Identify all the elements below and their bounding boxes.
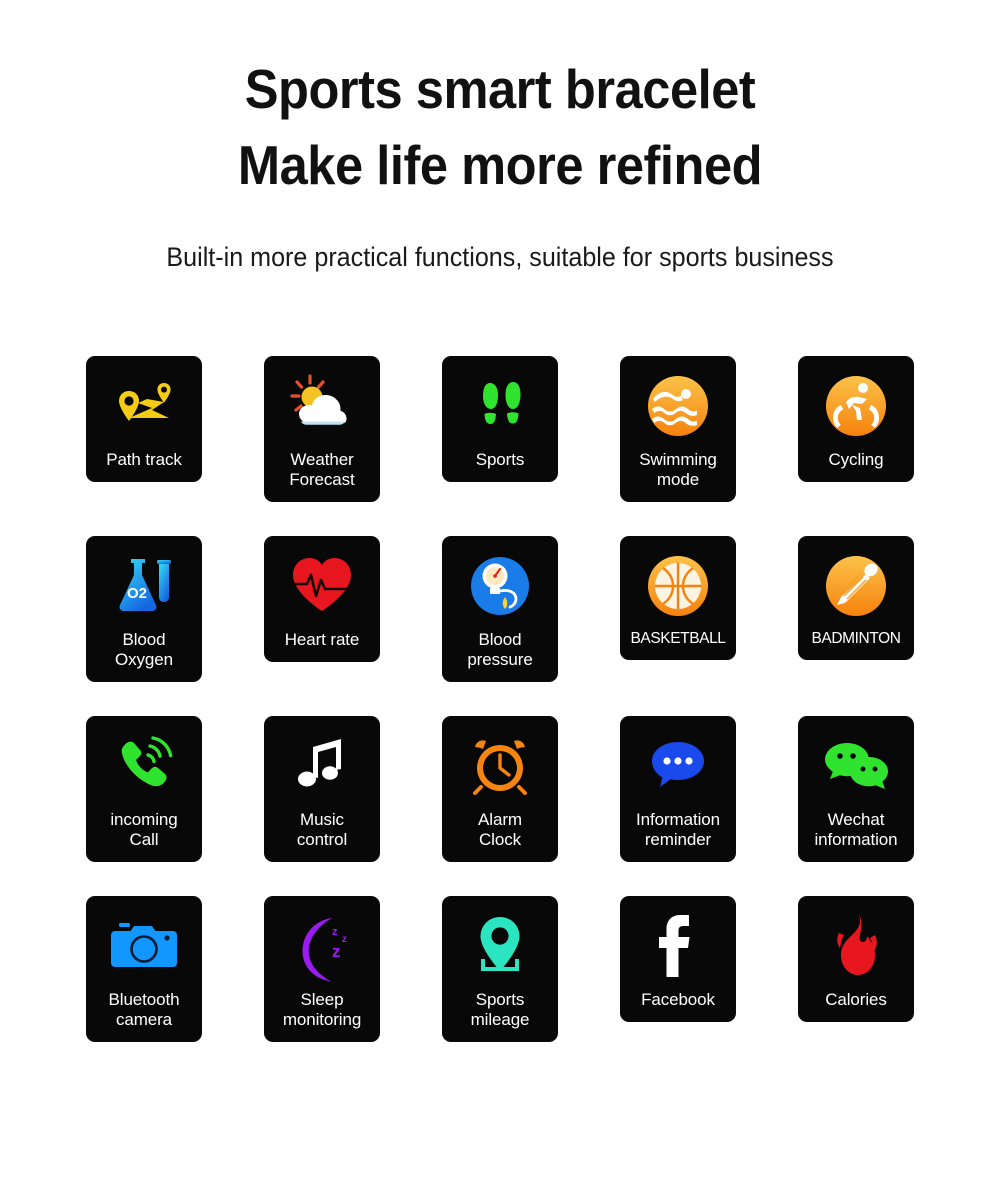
feature-tile-facebook[interactable]: Facebook xyxy=(620,896,736,1023)
feature-label: incoming Call xyxy=(110,810,178,850)
feature-row: Path track Weather Forecast Sports Swimm… xyxy=(0,356,1000,536)
feature-label: Music control xyxy=(296,810,348,850)
feature-label: Facebook xyxy=(641,990,715,1009)
feature-label: Path track xyxy=(106,450,182,469)
feature-label: Weather Forecast xyxy=(289,450,355,490)
poster-header: Sports smart bracelet Make life more ref… xyxy=(0,0,1000,273)
product-feature-poster: Sports smart bracelet Make life more ref… xyxy=(0,0,1000,1183)
feature-label: Information reminder xyxy=(636,810,720,850)
feature-tile-music-control[interactable]: Music control xyxy=(264,716,380,863)
feature-tile-basketball[interactable]: BASKETBALL xyxy=(620,536,736,661)
feature-tile-heart-rate[interactable]: Heart rate xyxy=(264,536,380,663)
feature-tile-weather-forecast[interactable]: Weather Forecast xyxy=(264,356,380,503)
map-pin-icon xyxy=(463,909,537,983)
svg-text:z: z xyxy=(342,934,347,945)
feature-label: Heart rate xyxy=(284,630,360,649)
cycling-icon xyxy=(819,369,893,443)
feature-row: O2 Blood Oxygen Heart rate Blood pressur… xyxy=(0,536,1000,716)
alarm-clock-icon xyxy=(463,729,537,803)
feature-label: Blood Oxygen xyxy=(115,630,173,670)
swimming-icon xyxy=(641,369,715,443)
message-bubble-icon xyxy=(641,729,715,803)
feature-tile-incoming-call[interactable]: incoming Call xyxy=(86,716,202,863)
feature-label: Blood pressure xyxy=(467,630,533,670)
feature-row: incoming Call Music control Alarm Clock … xyxy=(0,716,1000,896)
feature-label: Sports xyxy=(475,450,525,469)
basketball-icon xyxy=(641,549,715,623)
feature-label: Wechat information xyxy=(814,810,898,850)
music-note-icon xyxy=(285,729,359,803)
blood-pressure-icon xyxy=(463,549,537,623)
feature-label: Sleep monitoring xyxy=(282,990,362,1030)
blood-oxygen-flask-icon: O2 xyxy=(107,549,181,623)
feature-tile-sports-mileage[interactable]: Sports mileage xyxy=(442,896,558,1043)
heart-rate-icon xyxy=(285,549,359,623)
feature-tile-blood-oxygen[interactable]: O2 Blood Oxygen xyxy=(86,536,202,683)
path-track-icon xyxy=(107,369,181,443)
feature-tile-information-reminder[interactable]: Information reminder xyxy=(620,716,736,863)
sleep-moon-icon: z z z xyxy=(285,909,359,983)
badminton-icon xyxy=(819,549,893,623)
feature-label: Alarm Clock xyxy=(478,810,522,850)
facebook-icon xyxy=(641,909,715,983)
svg-text:O2: O2 xyxy=(127,585,147,602)
headline-line-2: Make life more refined xyxy=(237,133,763,196)
phone-call-icon xyxy=(107,729,181,803)
feature-tile-wechat-information[interactable]: Wechat information xyxy=(798,716,914,863)
feature-tile-calories[interactable]: Calories xyxy=(798,896,914,1023)
feature-label: BADMINTON xyxy=(811,630,901,647)
feature-label: BASKETBALL xyxy=(630,630,726,647)
feature-tile-path-track[interactable]: Path track xyxy=(86,356,202,483)
feature-tile-sports[interactable]: Sports xyxy=(442,356,558,483)
feature-tile-sleep-monitoring[interactable]: z z z Sleep monitoring xyxy=(264,896,380,1043)
feature-label: Swimming mode xyxy=(639,450,717,490)
feature-label: Calories xyxy=(825,990,887,1009)
feature-tile-swimming-mode[interactable]: Swimming mode xyxy=(620,356,736,503)
headline-line-1: Sports smart bracelet xyxy=(244,58,756,120)
feature-label: Bluetooth camera xyxy=(108,990,180,1030)
camera-icon xyxy=(107,909,181,983)
svg-text:z: z xyxy=(332,926,338,938)
feature-tile-cycling[interactable]: Cycling xyxy=(798,356,914,483)
weather-forecast-icon xyxy=(285,369,359,443)
feature-tile-blood-pressure[interactable]: Blood pressure xyxy=(442,536,558,683)
poster-subtitle: Built-in more practical functions, suita… xyxy=(166,241,834,272)
feature-label: Cycling xyxy=(828,450,884,469)
feature-row: Bluetooth camera z z z Sleep monitoring xyxy=(0,896,1000,1076)
feature-grid: Path track Weather Forecast Sports Swimm… xyxy=(0,356,1000,1076)
feature-label: Sports mileage xyxy=(470,990,530,1030)
feature-tile-alarm-clock[interactable]: Alarm Clock xyxy=(442,716,558,863)
flame-icon xyxy=(819,909,893,983)
svg-text:z: z xyxy=(332,942,341,961)
footprints-icon xyxy=(463,369,537,443)
feature-tile-bluetooth-camera[interactable]: Bluetooth camera xyxy=(86,896,202,1043)
feature-tile-badminton[interactable]: BADMINTON xyxy=(798,536,914,661)
wechat-icon xyxy=(819,729,893,803)
